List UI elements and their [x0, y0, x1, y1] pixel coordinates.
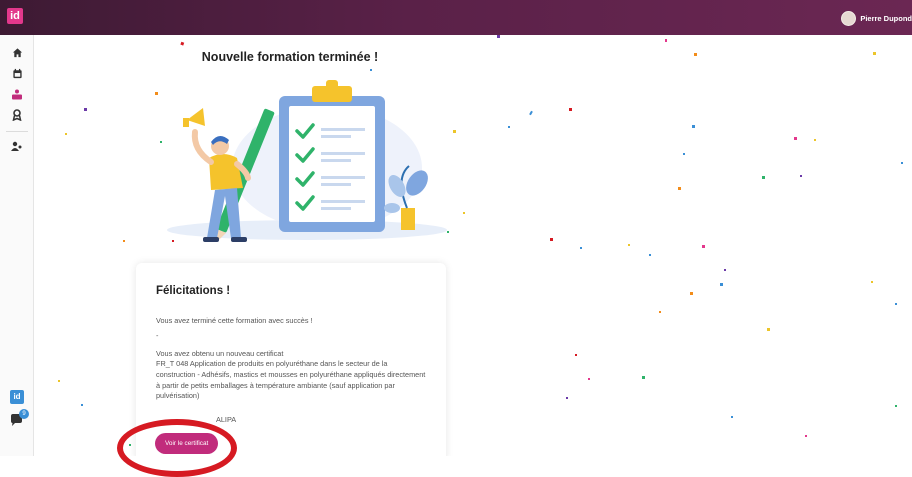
sidebar-divider: [6, 131, 28, 132]
app-logo[interactable]: id: [7, 8, 23, 24]
user-menu[interactable]: Pierre Dupond: [841, 9, 912, 27]
calendar-icon[interactable]: [10, 66, 24, 80]
sidebar: id 9: [0, 35, 34, 456]
main-content: Nouvelle formation terminée ! Félicitati…: [35, 35, 912, 456]
id-badge[interactable]: id: [10, 390, 24, 404]
user-name[interactable]: Pierre Dupond: [860, 14, 912, 23]
page-title: Nouvelle formation terminée !: [201, 50, 379, 64]
users-icon[interactable]: [10, 139, 24, 153]
certificate-organization: ALIPA: [216, 415, 237, 424]
certificate-name: FR_T 048 Application de produits en poly…: [156, 359, 426, 401]
card-heading: Félicitations !: [156, 285, 231, 297]
top-bar: id Pierre Dupond: [0, 0, 912, 35]
training-icon[interactable]: [10, 87, 24, 101]
highlight-circle: [117, 419, 237, 477]
separator-text: -: [156, 331, 159, 340]
award-icon[interactable]: [10, 108, 24, 122]
chat-count-badge: 9: [19, 409, 29, 419]
completed-checklist-illustration: [167, 80, 447, 242]
avatar[interactable]: [841, 10, 857, 26]
completion-message: Vous avez terminé cette formation avec s…: [156, 316, 313, 325]
home-icon[interactable]: [10, 45, 24, 59]
